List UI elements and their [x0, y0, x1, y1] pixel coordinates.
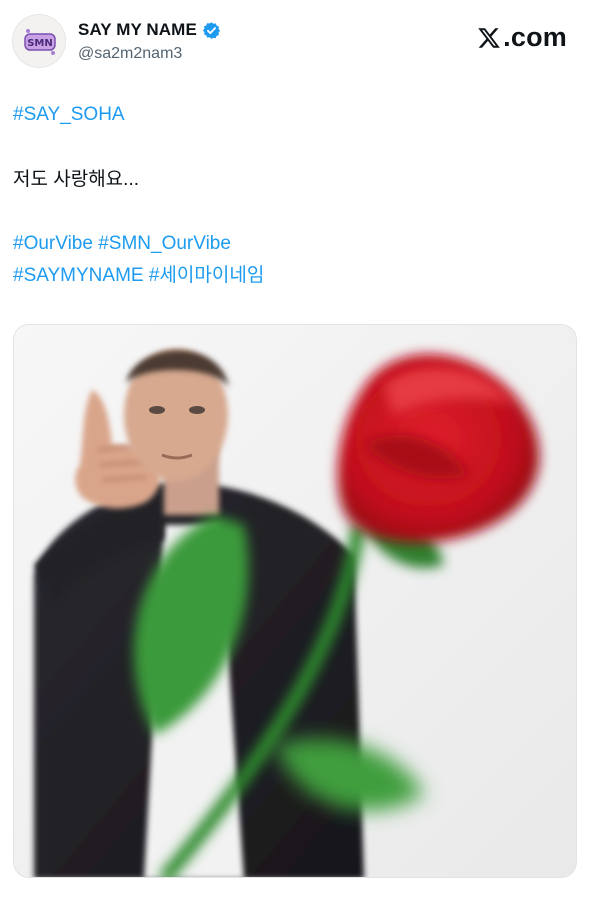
hashtag-link[interactable]: #SAY_SOHA — [13, 104, 125, 125]
post-card: SMN SAY MY NAME @sa2m2nam3 .com #SAY_SOH… — [0, 0, 591, 898]
hashtag-link[interactable]: #OurVibe — [13, 233, 93, 254]
user-handle[interactable]: @sa2m2nam3 — [78, 45, 182, 63]
post-text-message: 저도 사랑해요... — [13, 164, 139, 195]
hashtag-link[interactable]: #SMN_OurVibe — [98, 233, 231, 254]
brand-domain: .com — [503, 22, 567, 52]
photo-person-with-rose-icon — [14, 325, 576, 877]
post-message: 저도 사랑해요... — [13, 169, 139, 190]
svg-text:SMN: SMN — [27, 38, 53, 49]
hashtag-link[interactable]: #세이마이네임 — [149, 265, 264, 286]
post-image[interactable] — [13, 324, 577, 878]
post-header: SMN SAY MY NAME @sa2m2nam3 .com — [12, 14, 571, 70]
avatar-logo-icon: SMN — [24, 29, 56, 55]
display-name[interactable]: SAY MY NAME — [78, 20, 197, 40]
post-text-hashtag: #SAY_SOHA — [13, 99, 125, 130]
x-logo-icon — [477, 26, 501, 50]
name-row: SAY MY NAME — [78, 20, 221, 40]
hashtag-link[interactable]: #SAYMYNAME — [13, 265, 144, 286]
verified-badge-icon — [202, 21, 221, 40]
x-brand[interactable]: .com — [477, 22, 567, 53]
post-hashtags-line1: #OurVibe #SMN_OurVibe — [13, 228, 231, 259]
post-hashtags-line2: #SAYMYNAME #세이마이네임 — [13, 260, 264, 291]
avatar[interactable]: SMN — [12, 14, 66, 68]
